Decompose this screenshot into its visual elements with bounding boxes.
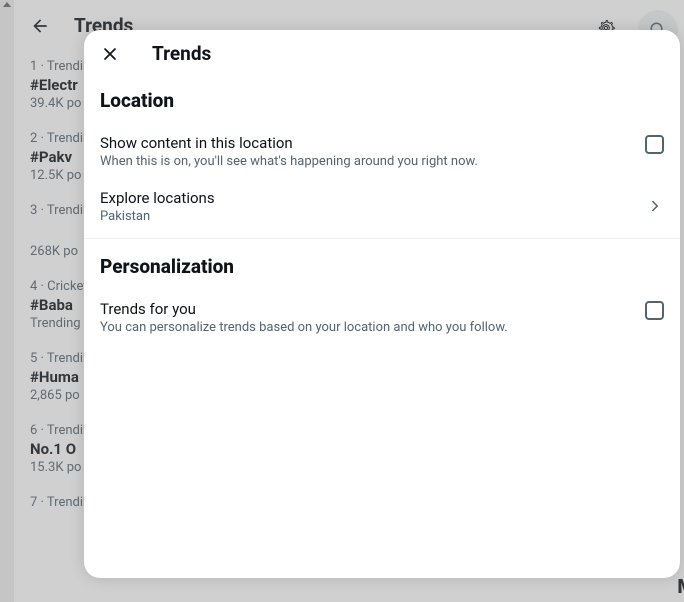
setting-text: Explore locations Pakistan [100,189,646,224]
setting-title: Show content in this location [100,134,629,152]
trends-for-you-row[interactable]: Trends for you You can personalize trend… [84,290,680,345]
setting-value: Pakistan [100,209,630,224]
divider [84,238,680,239]
setting-title: Explore locations [100,189,630,207]
close-icon[interactable] [100,44,120,64]
setting-title: Trends for you [100,300,629,318]
chevron-right-icon [646,197,664,215]
setting-desc: You can personalize trends based on your… [100,320,629,335]
setting-desc: When this is on, you'll see what's happe… [100,154,629,169]
setting-text: Show content in this location When this … [100,134,645,169]
show-content-checkbox[interactable] [645,135,664,154]
modal-header: Trends [84,30,680,77]
setting-text: Trends for you You can personalize trend… [100,300,645,335]
show-content-row[interactable]: Show content in this location When this … [84,124,680,179]
location-section-header: Location [84,77,680,124]
trends-for-you-checkbox[interactable] [645,301,664,320]
trends-settings-modal: Trends Location Show content in this loc… [84,30,680,578]
explore-locations-row[interactable]: Explore locations Pakistan [84,179,680,234]
modal-title: Trends [152,42,211,65]
personalization-section-header: Personalization [84,243,680,290]
